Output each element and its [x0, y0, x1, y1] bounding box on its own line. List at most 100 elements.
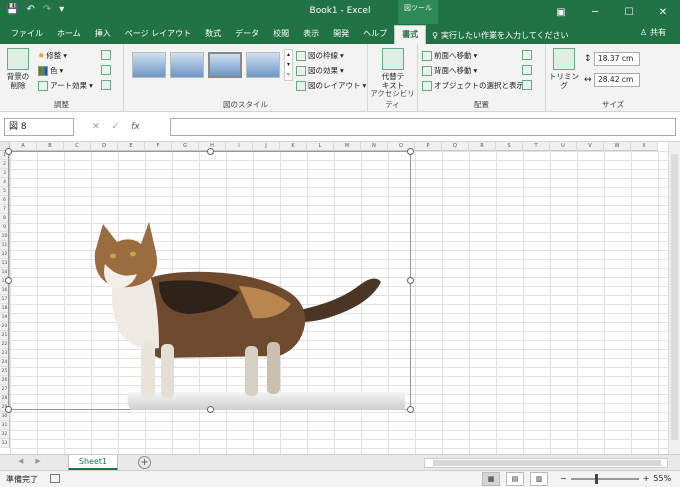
vertical-scrollbar[interactable] — [668, 142, 680, 454]
tab-formulas[interactable]: 数式 — [198, 25, 228, 44]
row-header[interactable]: 32 — [0, 430, 9, 439]
column-header[interactable]: I — [226, 142, 253, 151]
picture-style-2[interactable] — [170, 52, 204, 78]
column-header[interactable]: R — [469, 142, 496, 151]
resize-handle-top-left[interactable] — [5, 148, 12, 155]
picture-layout-button[interactable]: 図のレイアウト ▾ — [296, 80, 366, 91]
tab-help[interactable]: ヘルプ — [356, 25, 394, 44]
column-header[interactable]: D — [91, 142, 118, 151]
resize-handle-bottom[interactable] — [207, 406, 214, 413]
context-tab-group-label: 図ツール — [398, 0, 438, 24]
reset-picture-icon[interactable] — [101, 80, 111, 90]
column-header[interactable]: S — [496, 142, 523, 151]
prev-sheet-icon[interactable]: ◀ — [18, 457, 23, 465]
width-field[interactable]: 28.42 cm — [594, 73, 640, 87]
macro-record-icon[interactable] — [50, 474, 60, 483]
next-sheet-icon[interactable]: ▶ — [35, 457, 40, 465]
cancel-icon[interactable]: ✕ — [92, 122, 100, 132]
tell-me-search[interactable]: ♀ 実行したい作業を入力してください — [432, 27, 568, 44]
height-field[interactable]: 18.37 cm — [594, 52, 640, 66]
picture-style-1[interactable] — [132, 52, 166, 78]
ribbon-options-icon[interactable]: ▣ — [544, 0, 578, 24]
corrections-button[interactable]: ✹ 修整 ▾ — [38, 50, 67, 61]
add-sheet-button[interactable]: + — [138, 456, 151, 469]
column-header[interactable]: J — [253, 142, 280, 151]
resize-handle-right[interactable] — [407, 277, 414, 284]
zoom-level[interactable]: 55% — [653, 474, 671, 483]
bring-forward-button[interactable]: 前面へ移動 ▾ — [422, 50, 477, 61]
column-header[interactable]: U — [550, 142, 577, 151]
gallery-scroll[interactable]: ▴ ▾ ▿ — [284, 49, 293, 81]
resize-handle-top[interactable] — [207, 148, 214, 155]
name-box[interactable]: 図 8 — [4, 118, 74, 136]
insert-function-button[interactable]: fx — [131, 122, 140, 132]
column-header[interactable]: P — [415, 142, 442, 151]
close-icon[interactable]: ✕ — [646, 0, 680, 24]
row-header[interactable]: 30 — [0, 412, 9, 421]
color-button[interactable]: 色 ▾ — [38, 65, 63, 76]
tab-view[interactable]: 表示 — [296, 25, 326, 44]
selection-pane-button[interactable]: オブジェクトの選択と表示 — [422, 80, 524, 91]
column-header[interactable]: Q — [442, 142, 469, 151]
row-header[interactable]: 33 — [0, 439, 9, 448]
picture-style-3[interactable] — [208, 52, 242, 78]
picture-style-4[interactable] — [246, 52, 280, 78]
page-break-preview-button[interactable]: ▥ — [530, 472, 548, 486]
sheet-tab-sheet1[interactable]: Sheet1 — [68, 455, 118, 470]
share-button[interactable]: ♙ 共有 — [640, 27, 666, 38]
column-header[interactable]: A — [10, 142, 37, 151]
column-header[interactable]: M — [334, 142, 361, 151]
tab-developer[interactable]: 開発 — [326, 25, 356, 44]
normal-view-button[interactable]: ▦ — [482, 472, 500, 486]
remove-background-button[interactable]: 背景の 削除 — [3, 48, 33, 90]
cat-picture[interactable] — [5, 148, 414, 413]
alt-text-button[interactable]: 代替テ キスト — [378, 48, 408, 90]
column-header[interactable]: K — [280, 142, 307, 151]
zoom-slider[interactable] — [570, 473, 639, 484]
column-header[interactable]: C — [64, 142, 91, 151]
column-header[interactable]: V — [577, 142, 604, 151]
tab-file[interactable]: ファイル — [4, 25, 50, 44]
align-icon[interactable] — [522, 50, 532, 60]
restore-icon[interactable]: ☐ — [612, 0, 646, 24]
picture-effects-button[interactable]: 図の効果 ▾ — [296, 65, 344, 76]
column-header[interactable]: B — [37, 142, 64, 151]
resize-handle-left[interactable] — [5, 277, 12, 284]
resize-handle-top-right[interactable] — [407, 148, 414, 155]
column-header[interactable]: L — [307, 142, 334, 151]
row-header[interactable]: 31 — [0, 421, 9, 430]
group-objects-icon[interactable] — [522, 65, 532, 75]
page-layout-view-button[interactable]: ▤ — [506, 472, 524, 486]
column-header[interactable]: W — [604, 142, 631, 151]
minimize-icon[interactable]: ─ — [578, 0, 612, 24]
zoom-in-button[interactable]: + — [643, 474, 650, 483]
resize-handle-bottom-right[interactable] — [407, 406, 414, 413]
column-header[interactable]: G — [172, 142, 199, 151]
zoom-slider-knob[interactable] — [594, 473, 598, 484]
zoom-out-button[interactable]: − — [560, 474, 567, 483]
column-header[interactable]: E — [118, 142, 145, 151]
column-header[interactable]: X — [631, 142, 658, 151]
change-picture-icon[interactable] — [101, 65, 111, 75]
tab-data[interactable]: データ — [228, 25, 266, 44]
crop-button[interactable]: トリミング — [548, 48, 580, 90]
compress-pictures-icon[interactable] — [101, 50, 111, 60]
tab-home[interactable]: ホーム — [50, 25, 88, 44]
send-backward-button[interactable]: 背面へ移動 ▾ — [422, 65, 477, 76]
tab-review[interactable]: 校閲 — [266, 25, 296, 44]
art-effects-button[interactable]: アート効果 ▾ — [38, 80, 93, 91]
formula-input[interactable] — [170, 118, 676, 136]
horizontal-scrollbar[interactable] — [424, 458, 668, 468]
column-header[interactable]: T — [523, 142, 550, 151]
tab-format[interactable]: 書式 — [394, 25, 427, 44]
vertical-scroll-thumb[interactable] — [671, 154, 678, 440]
horizontal-scroll-thumb[interactable] — [433, 460, 661, 466]
resize-handle-bottom-left[interactable] — [5, 406, 12, 413]
column-header[interactable]: N — [361, 142, 388, 151]
rotate-icon[interactable] — [522, 80, 532, 90]
column-header[interactable]: F — [145, 142, 172, 151]
picture-border-button[interactable]: 図の枠線 ▾ — [296, 50, 344, 61]
tab-page-layout[interactable]: ページ レイアウト — [118, 25, 198, 44]
enter-icon[interactable]: ✓ — [112, 122, 120, 132]
tab-insert[interactable]: 挿入 — [88, 25, 118, 44]
